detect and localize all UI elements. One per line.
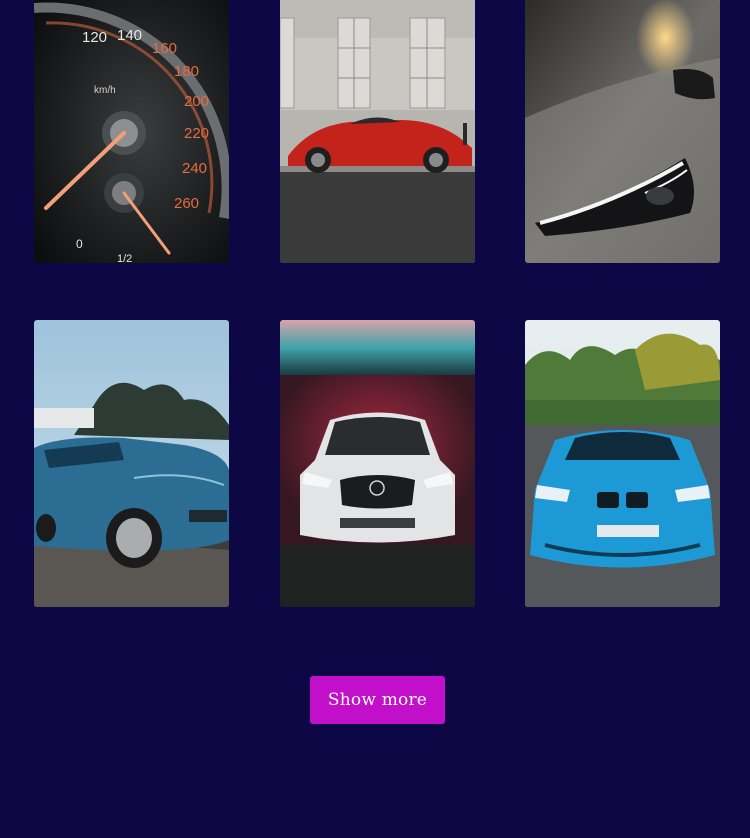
gallery-image-red-sports-car[interactable] — [280, 0, 475, 263]
gallery-image-white-suv[interactable] — [280, 320, 475, 607]
svg-text:160: 160 — [152, 40, 177, 57]
blue-hatchback-photo — [34, 320, 229, 607]
svg-text:1/2: 1/2 — [117, 253, 132, 263]
speedometer-photo: 120 140 160 180 200 220 240 260 km/h 0 1… — [34, 0, 229, 263]
svg-text:260: 260 — [174, 195, 199, 212]
white-suv-photo — [280, 320, 475, 607]
svg-text:220: 220 — [184, 125, 209, 142]
car-headlight-photo — [525, 0, 720, 263]
gallery-image-blue-coupe[interactable] — [525, 320, 720, 607]
svg-text:140: 140 — [117, 27, 142, 44]
gallery-image-blue-hatchback[interactable] — [34, 320, 229, 607]
blue-coupe-photo — [525, 320, 720, 607]
svg-text:180: 180 — [174, 63, 199, 80]
red-sports-car-photo — [280, 0, 475, 263]
svg-text:0: 0 — [76, 237, 83, 251]
svg-text:240: 240 — [182, 160, 207, 177]
svg-text:120: 120 — [82, 29, 107, 46]
svg-text:km/h: km/h — [94, 85, 116, 96]
svg-text:200: 200 — [184, 93, 209, 110]
gallery-image-speedometer[interactable]: 120 140 160 180 200 220 240 260 km/h 0 1… — [34, 0, 229, 263]
gallery-image-car-headlight[interactable] — [525, 0, 720, 263]
show-more-button[interactable]: Show more — [310, 676, 445, 724]
